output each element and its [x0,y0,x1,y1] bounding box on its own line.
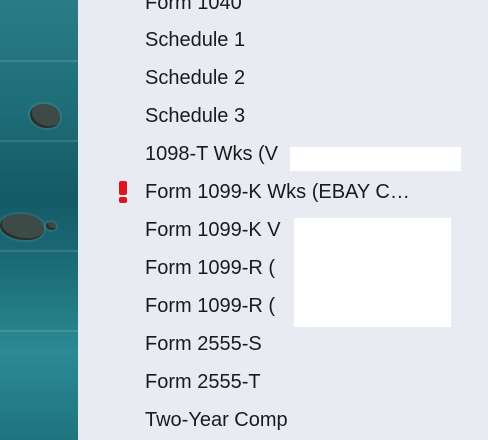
menu-item-form-2555s[interactable]: Form 2555-S [145,329,262,359]
menu-item-schedule-1[interactable]: Schedule 1 [145,25,245,55]
menu-item-form-1099r-1[interactable]: Form 1099-R ( [145,253,275,283]
rock [46,222,56,230]
menu-item-form-2555t[interactable]: Form 2555-T [145,367,261,397]
redaction-box [290,147,461,171]
menu-item-schedule-2[interactable]: Schedule 2 [145,63,245,93]
menu-item-form-1099k-v[interactable]: Form 1099-K V [145,215,281,245]
menu-item-form-1040[interactable]: Form 1040 [145,0,242,18]
menu-item-form-1099r-2[interactable]: Form 1099-R ( [145,291,275,321]
menu-item-1098t-wks[interactable]: 1098-T Wks (V [145,139,278,169]
rock [30,104,60,128]
menu-item-form-1099k-wks-ebay[interactable]: Form 1099-K Wks (EBAY C… [145,177,410,207]
desktop-background [0,0,78,440]
menu-item-two-year-comp[interactable]: Two-Year Comp [145,405,288,435]
redaction-box [294,218,451,327]
rock [0,214,44,240]
menu-item-schedule-3[interactable]: Schedule 3 [145,101,245,131]
exclamation-alert-icon [119,181,127,203]
form-list-menu: Form 1040 Schedule 1 Schedule 2 Schedule… [78,0,488,440]
